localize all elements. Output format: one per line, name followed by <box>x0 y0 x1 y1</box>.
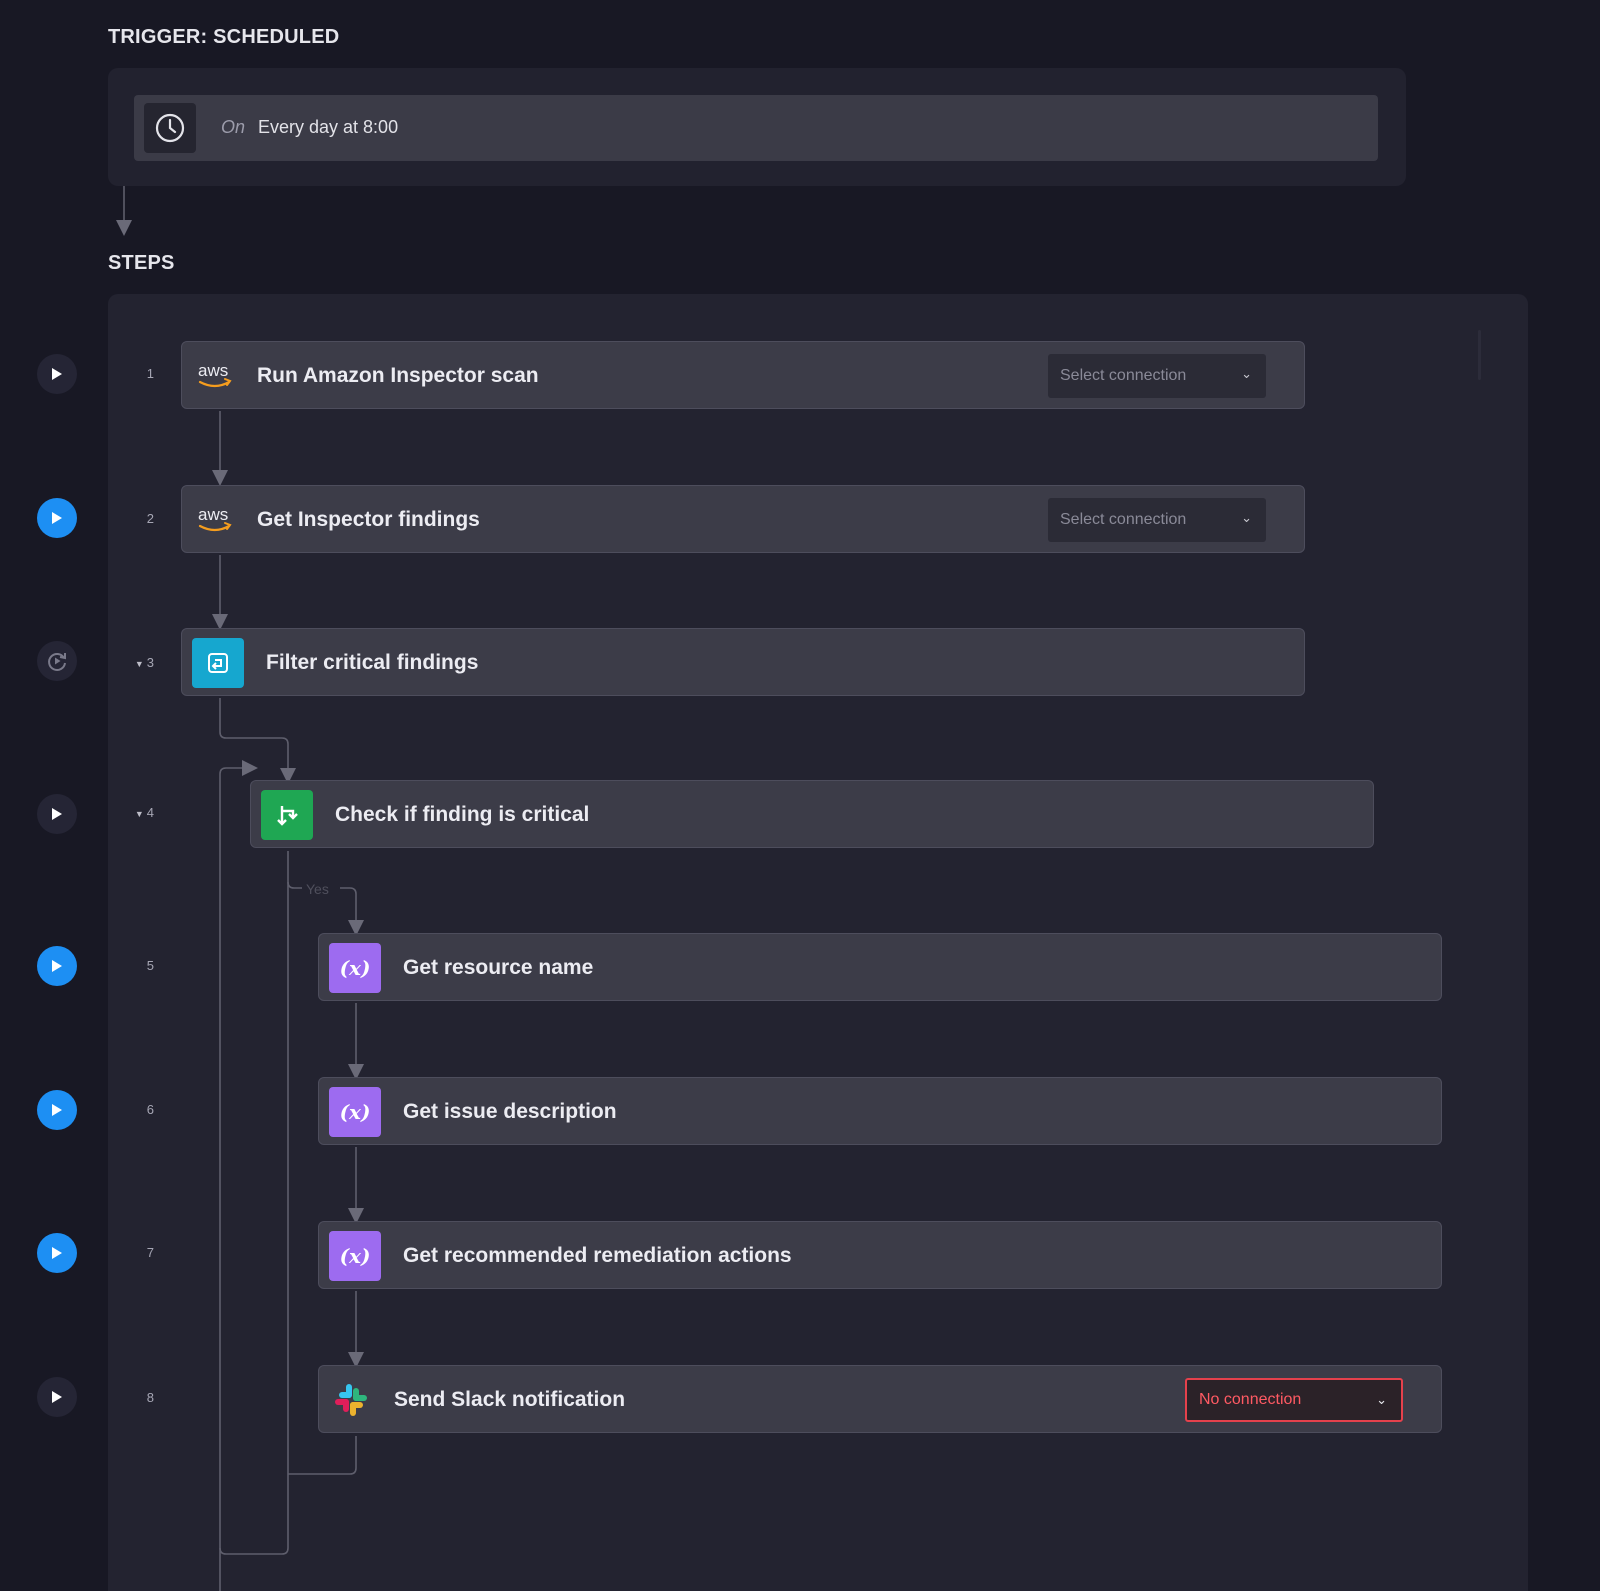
trigger-on-label: On <box>221 117 246 137</box>
play-icon <box>52 960 62 972</box>
trigger-schedule: Every day at 8:00 <box>258 117 399 137</box>
step-3-card[interactable]: Filter critical findings <box>181 628 1305 696</box>
aws-logo: aws <box>198 361 232 388</box>
step-3-title: Filter critical findings <box>266 651 479 674</box>
loop-icon <box>192 638 244 688</box>
branch-icon <box>261 790 313 840</box>
run-loop-step-3-button[interactable] <box>37 641 77 681</box>
run-step-7-button[interactable] <box>37 1233 77 1273</box>
run-step-4-button[interactable] <box>37 794 77 834</box>
step-2-connection-label: Select connection <box>1060 511 1187 528</box>
run-step-2-button[interactable] <box>37 498 77 538</box>
trigger-section-title: TRIGGER: SCHEDULED <box>108 26 340 48</box>
play-icon <box>52 1391 62 1403</box>
variable-icon: (x) <box>329 1231 381 1281</box>
variable-icon: (x) <box>329 943 381 993</box>
play-icon <box>52 368 62 380</box>
step-8-number: 8 <box>146 1390 154 1405</box>
chevron-down-icon: ⌄ <box>1241 510 1252 525</box>
step-7-card[interactable]: (x) Get recommended remediation actions <box>318 1221 1442 1289</box>
svg-text:aws: aws <box>198 361 228 380</box>
chevron-down-icon: ⌄ <box>1376 1392 1387 1407</box>
svg-text:aws: aws <box>198 505 228 524</box>
run-step-6-button[interactable] <box>37 1090 77 1130</box>
step-8-card[interactable]: Send Slack notification No connection ⌄ <box>318 1365 1442 1433</box>
step-1-title: Run Amazon Inspector scan <box>257 364 539 387</box>
play-icon <box>52 1104 62 1116</box>
play-icon <box>52 1247 62 1259</box>
panel-scrollbar[interactable] <box>1478 330 1481 380</box>
step-2-title: Get Inspector findings <box>257 508 480 531</box>
collapse-caret-icon[interactable]: ▼ <box>135 809 144 819</box>
step-1-connection-select[interactable]: Select connection ⌄ <box>1048 354 1266 398</box>
step-4-card[interactable]: Check if finding is critical <box>250 780 1374 848</box>
trigger-row[interactable]: On Every day at 8:00 <box>134 95 1378 161</box>
step-8-connection-label: No connection <box>1199 1391 1302 1408</box>
run-step-8-button[interactable] <box>37 1377 77 1417</box>
run-step-1-button[interactable] <box>37 354 77 394</box>
clock-icon <box>144 103 196 153</box>
step-1-connection-label: Select connection <box>1060 367 1187 384</box>
collapse-caret-icon[interactable]: ▼ <box>135 659 144 669</box>
play-icon <box>52 512 62 524</box>
step-7-number: 7 <box>146 1245 154 1260</box>
step-2-card[interactable]: aws Get Inspector findings Select connec… <box>181 485 1305 553</box>
slack-logo <box>335 1384 367 1416</box>
step-4-number-label: 4 <box>146 805 154 820</box>
step-2-number: 2 <box>146 511 154 526</box>
loop-play-icon <box>48 653 66 671</box>
step-5-title: Get resource name <box>403 956 594 979</box>
step-3-number[interactable]: ▼ 3 <box>114 655 154 670</box>
aws-logo: aws <box>198 505 232 532</box>
step-5-number: 5 <box>146 958 154 973</box>
step-6-title: Get issue description <box>403 1100 617 1123</box>
steps-section-title: STEPS <box>108 252 175 274</box>
step-4-title: Check if finding is critical <box>335 803 590 826</box>
step-8-title: Send Slack notification <box>394 1388 626 1411</box>
step-1-card[interactable]: aws Run Amazon Inspector scan Select con… <box>181 341 1305 409</box>
step-1-number: 1 <box>146 366 154 381</box>
variable-icon: (x) <box>329 1087 381 1137</box>
step-5-card[interactable]: (x) Get resource name <box>318 933 1442 1001</box>
step-6-card[interactable]: (x) Get issue description <box>318 1077 1442 1145</box>
step-6-number: 6 <box>146 1102 154 1117</box>
step-7-title: Get recommended remediation actions <box>403 1244 792 1267</box>
step-4-number[interactable]: ▼ 4 <box>114 805 154 820</box>
step-3-number-label: 3 <box>146 655 154 670</box>
run-step-5-button[interactable] <box>37 946 77 986</box>
chevron-down-icon: ⌄ <box>1241 366 1252 381</box>
play-icon <box>52 808 62 820</box>
step-8-connection-select[interactable]: No connection ⌄ <box>1185 1378 1403 1422</box>
step-2-connection-select[interactable]: Select connection ⌄ <box>1048 498 1266 542</box>
